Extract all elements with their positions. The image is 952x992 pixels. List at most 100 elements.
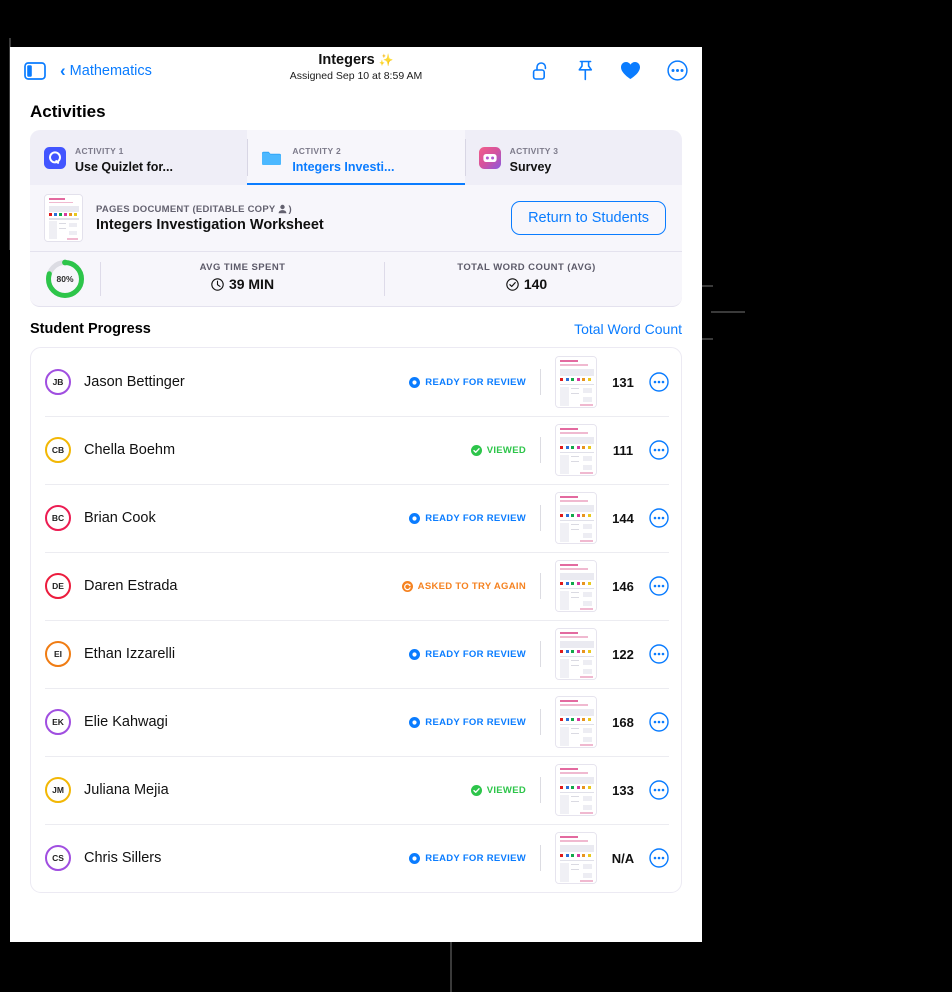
avatar-initials: JB <box>52 377 64 387</box>
table-row[interactable]: DE Daren Estrada ASKED TO TRY AGAIN 146 <box>31 552 681 620</box>
clock-icon <box>211 278 224 291</box>
word-count-value: 133 <box>612 782 634 798</box>
word-count-value: 168 <box>612 714 634 730</box>
row-more-icon[interactable] <box>649 780 669 800</box>
table-row[interactable]: JB Jason Bettinger READY FOR REVIEW 131 <box>31 348 681 416</box>
back-link-label: Mathematics <box>69 62 152 79</box>
chevron-left-icon: ‹ <box>60 61 66 80</box>
stat-avg-time-label: AVG TIME SPENT <box>199 262 286 274</box>
avatar: CB <box>45 437 71 463</box>
stat-word-count-label: TOTAL WORD COUNT (AVG) <box>457 262 596 274</box>
avatar-initials: EK <box>52 717 64 727</box>
screenshot-root: ‹ Mathematics Integers ✨ Assigned Sep 10… <box>0 0 952 992</box>
total-word-count-link[interactable]: Total Word Count <box>574 321 682 337</box>
activities-heading: Activities <box>30 102 106 121</box>
ready-for-review-icon <box>409 648 421 660</box>
document-type-text: PAGES DOCUMENT (EDITABLE COPY <box>96 203 276 215</box>
avatar-initials: JM <box>52 785 64 795</box>
student-work-thumbnail[interactable] <box>555 356 597 408</box>
table-row[interactable]: JM Juliana Mejia VIEWED 133 <box>31 756 681 824</box>
status-badge: VIEWED <box>470 444 526 456</box>
document-thumbnail[interactable] <box>44 194 83 242</box>
status-badge: READY FOR REVIEW <box>409 852 526 864</box>
row-more-icon[interactable] <box>649 576 669 596</box>
row-more-icon[interactable] <box>649 440 669 460</box>
avatar: BC <box>45 505 71 531</box>
table-row[interactable]: CS Chris Sillers READY FOR REVIEW N/A <box>31 824 681 892</box>
student-name: Daren Estrada <box>84 578 178 594</box>
row-more-icon[interactable] <box>649 508 669 528</box>
more-icon[interactable] <box>667 60 688 81</box>
word-count-value: 131 <box>612 374 634 390</box>
status-badge-label: ASKED TO TRY AGAIN <box>417 580 526 592</box>
document-name: Integers Investigation Worksheet <box>96 216 324 233</box>
word-count-value: 111 <box>612 442 634 458</box>
stat-avg-time-value: 39 MIN <box>228 276 275 293</box>
mini-worksheet-art <box>556 493 596 543</box>
student-name: Juliana Mejia <box>84 782 169 798</box>
student-name: Brian Cook <box>84 510 156 526</box>
stat-total-word-count: TOTAL WORD COUNT (AVG) 140 <box>385 262 668 296</box>
avatar: EK <box>45 709 71 735</box>
activity-tab-3-text: ACTIVITY 3 Survey <box>510 141 559 174</box>
return-to-students-button[interactable]: Return to Students <box>511 201 666 235</box>
row-more-icon[interactable] <box>649 372 669 392</box>
student-work-thumbnail[interactable] <box>555 424 597 476</box>
unlock-icon[interactable] <box>532 61 551 81</box>
page-title: Integers ✨ <box>318 52 393 68</box>
row-more-icon[interactable] <box>649 848 669 868</box>
student-work-thumbnail[interactable] <box>555 560 597 612</box>
status-badge: VIEWED <box>470 784 526 796</box>
row-more-icon[interactable] <box>649 644 669 664</box>
ready-for-review-icon <box>409 716 421 728</box>
person-icon <box>278 204 286 214</box>
student-work-thumbnail[interactable] <box>555 628 597 680</box>
row-divider <box>540 777 541 803</box>
folder-icon <box>261 147 283 169</box>
table-row[interactable]: EK Elie Kahwagi READY FOR REVIEW 168 <box>31 688 681 756</box>
heart-icon[interactable] <box>620 61 641 80</box>
activity-tab-2-text: ACTIVITY 2 Integers Investi... <box>292 141 394 174</box>
pin-icon[interactable] <box>577 60 594 81</box>
activity-tabs: ACTIVITY 1 Use Quizlet for... ACTIVITY 2… <box>30 130 682 185</box>
row-more-icon[interactable] <box>649 712 669 732</box>
row-divider <box>540 641 541 667</box>
student-work-thumbnail[interactable] <box>555 492 597 544</box>
stat-avg-time-spent: AVG TIME SPENT 39 MIN <box>101 262 384 296</box>
checkmark-seal-icon <box>506 278 519 291</box>
mini-worksheet-art <box>556 357 596 407</box>
table-row[interactable]: CB Chella Boehm VIEWED 111 <box>31 416 681 484</box>
row-divider <box>540 573 541 599</box>
avatar: DE <box>45 573 71 599</box>
avatar-initials: CB <box>51 445 65 455</box>
student-work-thumbnail[interactable] <box>555 696 597 748</box>
status-badge-label: READY FOR REVIEW <box>425 648 526 660</box>
student-work-thumbnail[interactable] <box>555 832 597 884</box>
sparkles-icon: ✨ <box>378 53 394 67</box>
completion-ring: 80% <box>44 258 86 300</box>
word-count-value: 146 <box>612 578 634 594</box>
activity-tab-3-kicker: ACTIVITY 3 <box>509 146 559 156</box>
table-row[interactable]: EI Ethan Izzarelli READY FOR REVIEW 122 <box>31 620 681 688</box>
sidebar-toggle-icon[interactable] <box>24 61 46 80</box>
student-progress-list: JB Jason Bettinger READY FOR REVIEW 131 CB Ch… <box>30 347 682 893</box>
status-badge-label: READY FOR REVIEW <box>425 376 526 388</box>
ready-for-review-icon <box>409 512 421 524</box>
activity-tab-2[interactable]: ACTIVITY 2 Integers Investi... <box>247 130 465 185</box>
back-link-mathematics[interactable]: ‹ Mathematics <box>60 62 152 79</box>
student-progress-header: Student Progress Total Word Count <box>10 307 702 347</box>
word-count-value: N/A <box>611 850 635 866</box>
status-badge-label: READY FOR REVIEW <box>425 716 526 728</box>
avatar: JM <box>45 777 71 803</box>
top-navigation-bar: ‹ Mathematics Integers ✨ Assigned Sep 10… <box>10 47 702 94</box>
completion-ring-label: 80% <box>56 274 74 284</box>
mini-worksheet-art <box>556 629 596 679</box>
activity-tab-3[interactable]: ACTIVITY 3 Survey <box>464 130 682 185</box>
avatar-initials: EI <box>53 649 63 659</box>
table-row[interactable]: BC Brian Cook READY FOR REVIEW 144 <box>31 484 681 552</box>
row-divider <box>540 709 541 735</box>
avatar: EI <box>45 641 71 667</box>
student-work-thumbnail[interactable] <box>555 764 597 816</box>
activity-tab-1-name: Use Quizlet for... <box>75 160 173 174</box>
activity-tab-1[interactable]: ACTIVITY 1 Use Quizlet for... <box>30 130 247 185</box>
